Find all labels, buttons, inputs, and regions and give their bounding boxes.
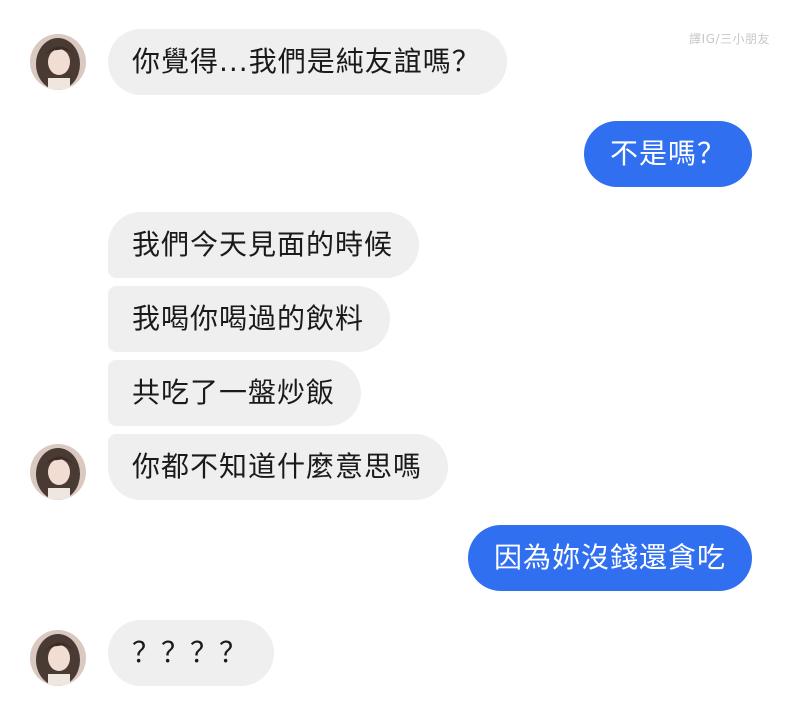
message-bubble-incoming[interactable]: 你覺得...我們是純友誼嗎？ bbox=[108, 29, 507, 95]
contact-avatar[interactable] bbox=[30, 34, 86, 90]
message-bubble-outgoing[interactable]: 因為妳沒錢還貪吃 bbox=[467, 525, 752, 591]
chat-thread: 譯IG/三小朋友 你覺得...我們是純友誼嗎？ 不是嗎？ 我們今天見面的時候 我… bbox=[0, 0, 800, 711]
avatar-photo-icon bbox=[30, 444, 86, 500]
contact-avatar[interactable] bbox=[30, 444, 86, 500]
avatar-photo-icon bbox=[30, 34, 86, 90]
message-bubble-incoming[interactable]: 你都不知道什麼意思嗎 bbox=[108, 434, 449, 500]
message-bubble-outgoing[interactable]: 不是嗎？ bbox=[583, 121, 752, 187]
message-bubble-incoming[interactable]: 共吃了一盤炒飯 bbox=[108, 360, 362, 426]
avatar-photo-icon bbox=[30, 630, 86, 686]
message-bubble-incoming[interactable]: ？？？？ bbox=[108, 620, 275, 686]
watermark: 譯IG/三小朋友 bbox=[689, 32, 770, 46]
message-bubble-incoming[interactable]: 我喝你喝過的飲料 bbox=[108, 286, 391, 352]
contact-avatar[interactable] bbox=[30, 630, 86, 686]
message-bubble-incoming[interactable]: 我們今天見面的時候 bbox=[108, 212, 420, 278]
